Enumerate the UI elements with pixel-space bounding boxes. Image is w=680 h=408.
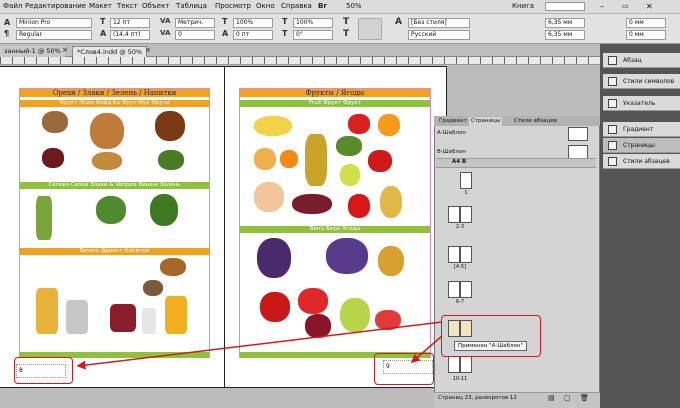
callout-arrows xyxy=(76,321,443,370)
arrow-to-right-number xyxy=(410,335,443,363)
arrow-to-left-number xyxy=(76,321,443,370)
